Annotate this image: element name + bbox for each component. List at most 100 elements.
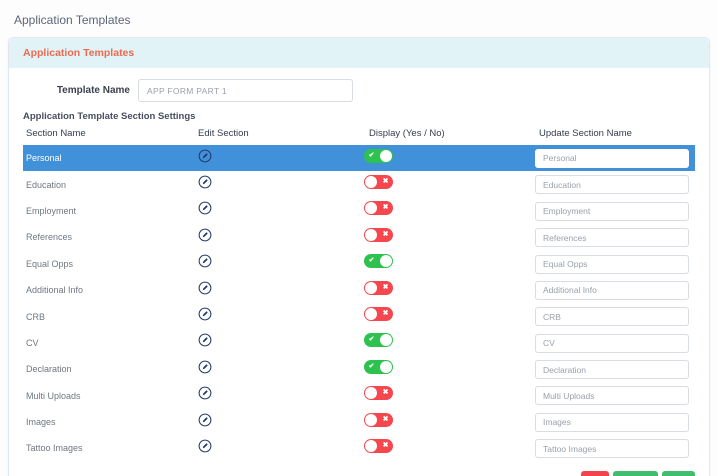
page-title: Application Templates	[14, 13, 131, 27]
template-name-input[interactable]	[138, 79, 353, 102]
display-toggle[interactable]: ✖	[364, 227, 393, 242]
save-button[interactable]: Save	[661, 470, 695, 476]
toggle-knob	[365, 176, 377, 189]
toggle-knob	[365, 387, 377, 400]
template-name-label: Template Name	[56, 85, 130, 96]
edit-pencil-circle-icon[interactable]	[198, 307, 212, 321]
card-body: Template Name Application Template Secti…	[9, 68, 709, 476]
edit-pencil-circle-icon[interactable]	[198, 439, 212, 453]
toggle-state-icon: ✔	[368, 362, 375, 370]
edit-pencil-circle-icon[interactable]	[198, 333, 212, 347]
edit-pencil-circle-icon[interactable]	[198, 228, 212, 242]
table-row[interactable]: Additional Info ✖	[23, 276, 695, 304]
display-toggle[interactable]: ✔	[364, 333, 393, 348]
display-toggle[interactable]: ✖	[364, 438, 393, 453]
edit-pencil-circle-icon[interactable]	[198, 281, 212, 295]
table-row[interactable]: Multi Uploads ✖	[23, 382, 695, 409]
col-header-edit-section: Edit Section	[198, 128, 249, 139]
toggle-state-icon: ✖	[382, 389, 389, 397]
section-name-label: Education	[26, 179, 67, 190]
toggle-state-icon: ✖	[382, 283, 389, 291]
toggle-knob	[365, 413, 377, 426]
update-section-name-input[interactable]	[535, 148, 689, 168]
update-section-name-input[interactable]	[535, 228, 689, 248]
update-section-name-input[interactable]	[535, 307, 689, 327]
edit-pencil-circle-icon[interactable]	[198, 175, 212, 189]
section-name-label: CV	[26, 337, 39, 348]
section-name-label: Employment	[26, 205, 77, 216]
toggle-knob	[365, 202, 377, 215]
card-header: Application Templates	[9, 38, 709, 68]
section-name-label: Personal	[26, 153, 62, 164]
col-header-update-section-name: Update Section Name	[539, 128, 632, 139]
toggle-knob	[365, 281, 377, 294]
toggle-state-icon: ✖	[382, 230, 389, 238]
col-header-section-name: Section Name	[26, 128, 86, 139]
section-name-label: Multi Uploads	[26, 390, 81, 401]
update-section-name-input[interactable]	[535, 412, 689, 432]
section-name-label: Equal Opps	[26, 258, 74, 269]
table-row[interactable]: Personal ✔	[23, 145, 695, 172]
toggle-state-icon: ✖	[382, 310, 389, 318]
toggle-state-icon: ✖	[382, 415, 389, 423]
update-section-name-input[interactable]	[535, 280, 689, 300]
update-section-name-input[interactable]	[535, 201, 689, 221]
toggle-state-icon: ✖	[382, 204, 389, 212]
display-toggle[interactable]: ✖	[364, 386, 393, 401]
update-section-name-input[interactable]	[535, 254, 689, 274]
toggle-knob	[365, 439, 377, 452]
display-toggle[interactable]: ✖	[364, 175, 393, 190]
section-name-label: Tattoo Images	[26, 443, 83, 454]
display-toggle[interactable]: ✖	[364, 307, 393, 322]
edit-pencil-circle-icon[interactable]	[198, 413, 212, 427]
col-header-display: Display (Yes / No)	[369, 128, 445, 139]
toggle-state-icon: ✖	[382, 441, 389, 449]
table-header: Section Name Edit Section Display (Yes /…	[23, 128, 695, 141]
table-row[interactable]: Declaration ✔	[23, 356, 695, 383]
section-name-label: References	[26, 232, 73, 243]
section-name-label: Images	[26, 417, 56, 428]
toggle-knob	[380, 149, 392, 162]
table-row[interactable]: References ✖	[23, 224, 695, 251]
toggle-knob	[380, 334, 392, 347]
display-toggle[interactable]: ✔	[364, 254, 393, 269]
table-row[interactable]: Equal Opps ✔	[23, 250, 695, 277]
footer-actions: Exit Preview Save	[23, 470, 695, 476]
edit-pencil-circle-icon[interactable]	[198, 360, 212, 374]
update-section-name-input[interactable]	[535, 175, 689, 195]
preview-button[interactable]: Preview	[613, 470, 658, 476]
update-section-name-input[interactable]	[535, 439, 689, 459]
toggle-state-icon: ✔	[368, 336, 375, 344]
toggle-knob	[380, 360, 392, 373]
edit-pencil-circle-icon[interactable]	[198, 254, 212, 268]
update-section-name-input[interactable]	[535, 360, 689, 380]
section-settings-title: Application Template Section Settings	[23, 111, 196, 122]
table-body: Personal ✔ Education	[23, 145, 695, 462]
toggle-state-icon: ✖	[382, 178, 389, 186]
display-toggle[interactable]: ✖	[364, 201, 393, 216]
table-row[interactable]: Tattoo Images ✖	[23, 435, 695, 462]
edit-pencil-circle-icon[interactable]	[198, 149, 212, 163]
exit-button[interactable]: Exit	[581, 470, 610, 476]
template-name-row: Template Name	[23, 79, 695, 102]
display-toggle[interactable]: ✔	[364, 359, 393, 374]
toggle-knob	[365, 228, 377, 241]
application-templates-card: Application Templates Template Name Appl…	[8, 37, 710, 476]
update-section-name-input[interactable]	[535, 333, 689, 353]
display-toggle[interactable]: ✖	[364, 412, 393, 427]
display-toggle[interactable]: ✖	[364, 280, 393, 295]
table-row[interactable]: Images ✖	[23, 408, 695, 436]
edit-pencil-circle-icon[interactable]	[198, 201, 212, 215]
edit-pencil-circle-icon[interactable]	[198, 386, 212, 400]
section-name-label: Additional Info	[26, 285, 84, 296]
display-toggle[interactable]: ✔	[364, 148, 393, 163]
update-section-name-input[interactable]	[535, 386, 689, 406]
toggle-state-icon: ✔	[368, 257, 375, 265]
toggle-knob	[380, 255, 392, 268]
toggle-state-icon: ✔	[368, 151, 375, 159]
table-row[interactable]: CV ✔	[23, 329, 695, 357]
table-row[interactable]: CRB ✖	[23, 303, 695, 330]
table-row[interactable]: Employment ✖	[23, 197, 695, 225]
table-row[interactable]: Education ✖	[23, 171, 695, 198]
section-name-label: Declaration	[26, 364, 72, 375]
